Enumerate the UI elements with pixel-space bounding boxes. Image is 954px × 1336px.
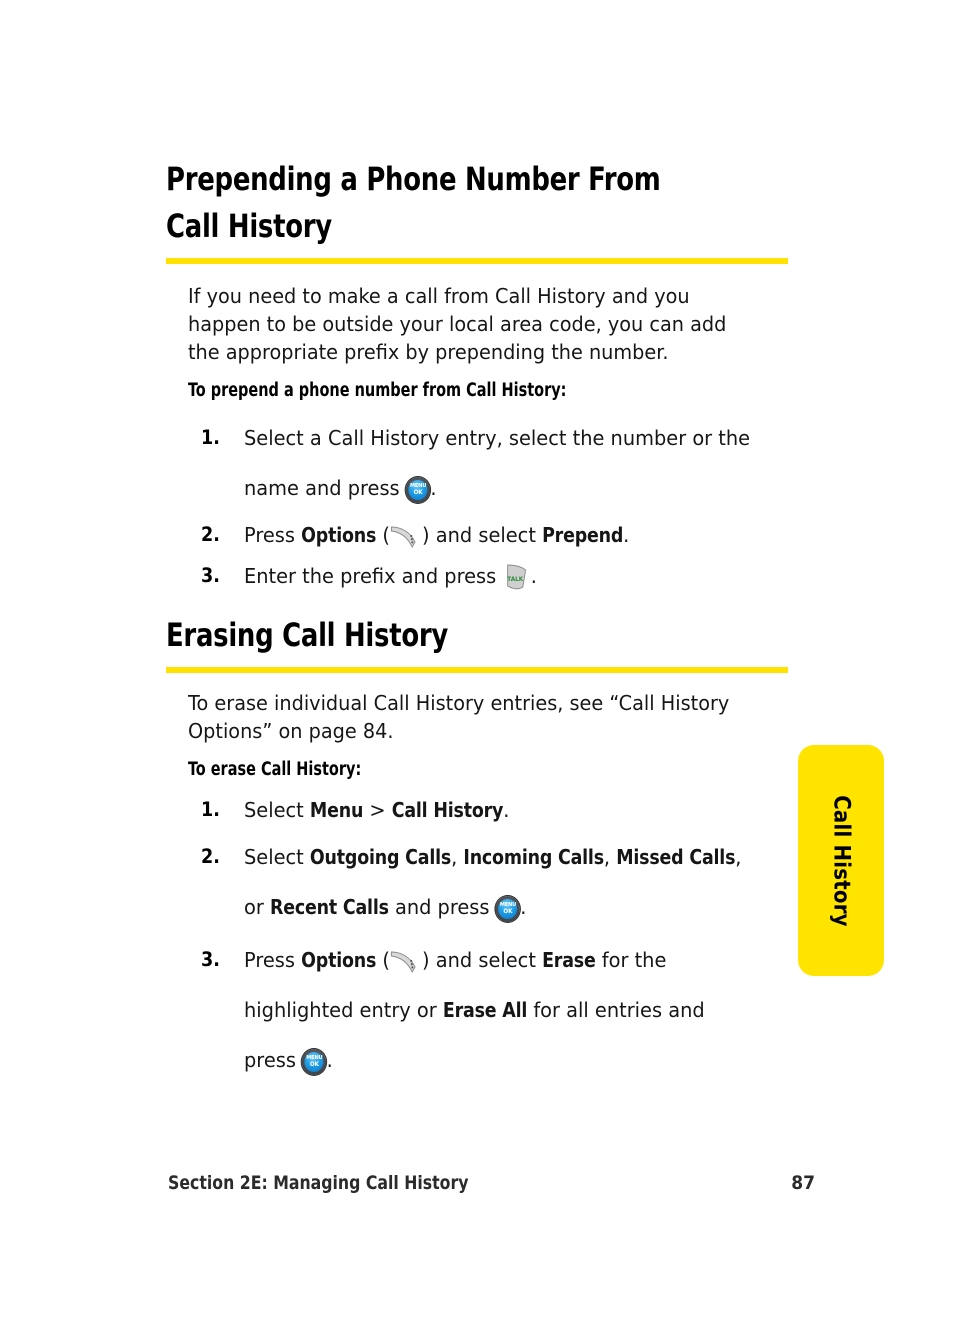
heading-rule: [166, 667, 788, 673]
list-item: 3. Press Options () and select Erase for…: [196, 935, 788, 1085]
step-number: 2.: [201, 845, 220, 868]
section-heading-prepending: Prepending a Phone Number From Call Hist…: [166, 156, 788, 264]
soft-key-icon: [390, 523, 422, 549]
side-tab-label: Call History: [828, 794, 854, 927]
step-text: Select a Call History entry, select the …: [244, 413, 758, 513]
step-text: Select Menu > Call History.: [244, 798, 510, 822]
lead-in-prepending: To prepend a phone number from Call Hist…: [188, 380, 567, 401]
menu-ok-key-icon: MENU OK: [405, 477, 431, 503]
steps-list-prepending: 1. Select a Call History entry, select t…: [196, 413, 788, 598]
intro-paragraph-prepending: If you need to make a call from Call His…: [188, 284, 727, 364]
page-title-line2: Call History: [166, 207, 332, 245]
step-number: 1.: [201, 798, 220, 821]
side-tab-call-history: Call History: [798, 745, 884, 976]
list-item: 1. Select a Call History entry, select t…: [196, 413, 788, 513]
lead-in-erasing: To erase Call History:: [188, 759, 362, 780]
step-number: 3.: [201, 564, 220, 587]
page-footer: Section 2E: Managing Call History 87: [155, 1172, 815, 1194]
list-item: 3. Enter the prefix and press TALK.: [196, 557, 788, 595]
list-item: 2. Press Options () and select Prepend.: [196, 516, 788, 554]
step-text: Select Outgoing Calls, Incoming Calls, M…: [244, 832, 758, 932]
footer-section-label: Section 2E: Managing Call History: [168, 1172, 469, 1194]
svg-text:TALK: TALK: [508, 577, 524, 583]
step-text: Press Options () and select Erase for th…: [244, 935, 758, 1085]
menu-ok-key-icon: MENU OK: [302, 1049, 327, 1075]
menu-ok-key-icon: MENU OK: [495, 896, 521, 922]
manual-page: Prepending a Phone Number From Call Hist…: [0, 0, 954, 1336]
footer-page-number: 87: [791, 1172, 815, 1194]
section-heading-erasing: Erasing Call History: [166, 612, 788, 673]
step-text: Enter the prefix and press TALK.: [244, 557, 758, 595]
page-title-line1: Prepending a Phone Number From: [166, 160, 661, 198]
list-item: 2. Select Outgoing Calls, Incoming Calls…: [196, 832, 788, 932]
step-text: Press Options () and select Prepend.: [244, 523, 630, 549]
heading-rule: [166, 258, 788, 264]
step-number: 2.: [201, 523, 220, 546]
soft-key-icon: [390, 948, 422, 974]
list-item: 1. Select Menu > Call History.: [196, 791, 788, 829]
step-number: 3.: [201, 948, 220, 971]
section-title-erasing: Erasing Call History: [166, 616, 448, 654]
steps-list-erasing: 1. Select Menu > Call History. 2. Select…: [196, 791, 788, 1088]
talk-key-icon: TALK: [502, 562, 530, 592]
intro-paragraph-erasing: To erase individual Call History entries…: [188, 691, 730, 743]
step-number: 1.: [201, 426, 220, 449]
